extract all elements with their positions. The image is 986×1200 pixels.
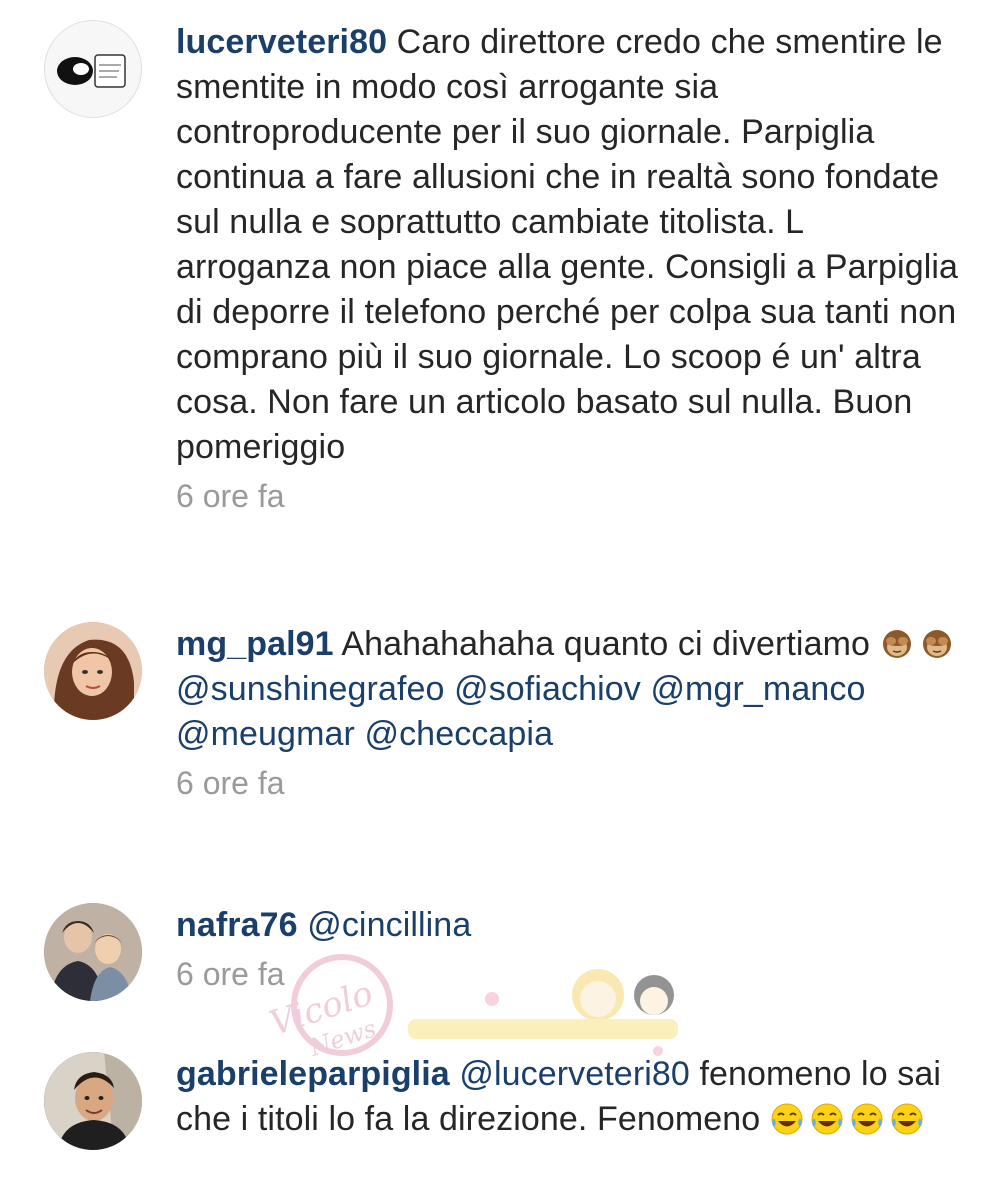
- mention-link[interactable]: @checcapia: [364, 715, 553, 753]
- see-no-evil-monkey-icon: [920, 627, 954, 661]
- mention-link[interactable]: @meugmar: [176, 715, 355, 753]
- timestamp: 6 ore fa: [176, 765, 285, 801]
- comment-item: gabrieleparpiglia @lucerveteri80 fenomen…: [44, 1052, 966, 1150]
- username-link[interactable]: nafra76: [176, 906, 298, 944]
- comment-body: Ahahahahaha quanto ci divertiamo: [341, 625, 871, 663]
- comment-item: nafra76 @cincillina 6 ore fa: [44, 903, 966, 1001]
- avatar[interactable]: [44, 1052, 142, 1150]
- avatar[interactable]: [44, 903, 142, 1001]
- mention-link[interactable]: @lucerveteri80: [459, 1055, 690, 1093]
- tears-of-joy-icon: [850, 1102, 884, 1136]
- see-no-evil-monkey-icon: [880, 627, 914, 661]
- comment-text: nafra76 @cincillina: [176, 903, 966, 948]
- mention-link[interactable]: @cincillina: [307, 906, 471, 944]
- mention-link[interactable]: @sunshinegrafeo: [176, 670, 445, 708]
- comment-body: Caro direttore credo che smentire le sme…: [176, 23, 959, 466]
- username-link[interactable]: mg_pal91: [176, 625, 334, 663]
- comment-text: mg_pal91 Ahahahahaha quanto ci divertiam…: [176, 622, 966, 757]
- avatar[interactable]: [44, 20, 142, 118]
- tears-of-joy-icon: [810, 1102, 844, 1136]
- mention-link[interactable]: @sofiachiov: [454, 670, 641, 708]
- comment-item: lucerveteri80 Caro direttore credo che s…: [44, 20, 966, 515]
- comment-item: mg_pal91 Ahahahahaha quanto ci divertiam…: [44, 622, 966, 802]
- tears-of-joy-icon: [770, 1102, 804, 1136]
- tears-of-joy-icon: [890, 1102, 924, 1136]
- avatar[interactable]: [44, 622, 142, 720]
- comment-text: gabrieleparpiglia @lucerveteri80 fenomen…: [176, 1052, 966, 1142]
- timestamp: 6 ore fa: [176, 956, 285, 992]
- username-link[interactable]: gabrieleparpiglia: [176, 1055, 450, 1093]
- mention-link[interactable]: @mgr_manco: [650, 670, 865, 708]
- comment-text: lucerveteri80 Caro direttore credo che s…: [176, 20, 966, 470]
- timestamp: 6 ore fa: [176, 478, 285, 514]
- username-link[interactable]: lucerveteri80: [176, 23, 387, 61]
